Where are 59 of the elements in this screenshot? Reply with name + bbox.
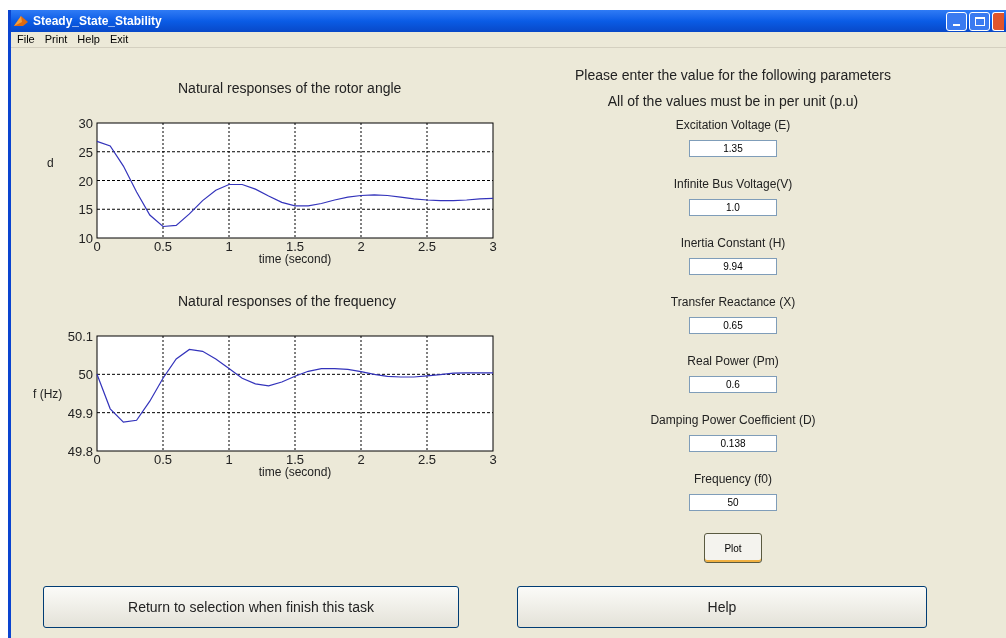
parameter-label: Frequency (f0) [694, 471, 772, 488]
close-button[interactable] [992, 11, 1004, 31]
maximize-icon [974, 16, 985, 26]
return-button[interactable]: Return to selection when finish this task [43, 586, 459, 628]
parameter-label: Infinite Bus Voltage(V) [673, 176, 793, 193]
parameter-label: Real Power (Pm) [687, 353, 779, 370]
tick-label: 2 [357, 452, 365, 467]
tick-label: 25 [78, 144, 93, 160]
axis-label: f (Hz) [33, 386, 63, 401]
axis-label: time (second) [258, 252, 332, 266]
parameter-label: Excitation Voltage (E) [675, 117, 791, 134]
tick-label: 49.9 [67, 405, 93, 421]
instruction-text: Please enter the value for the following parameters [575, 66, 891, 85]
tick-label: 49.8 [67, 444, 93, 459]
minimize-icon [953, 23, 960, 26]
tick-label: 1.5 [285, 452, 305, 467]
tick-label: 3 [489, 452, 497, 467]
tick-label: 10 [78, 231, 93, 246]
menu-item[interactable]: Help [77, 31, 100, 48]
tick-label: 0 [93, 452, 101, 467]
tick-label: 0.5 [153, 452, 173, 467]
parameter-label: Transfer Reactance (X) [670, 294, 796, 311]
plot-button[interactable]: Plot [704, 533, 762, 563]
minimize-button[interactable] [946, 11, 967, 31]
tick-label: 15 [78, 202, 93, 218]
tick-label: 30 [78, 116, 93, 131]
tick-label: 0 [93, 239, 101, 254]
menu-item[interactable]: Exit [110, 31, 129, 48]
parameter-field[interactable]: 0.6 [689, 376, 777, 393]
parameter-field[interactable]: 50 [689, 494, 777, 511]
help-button[interactable]: Help [517, 586, 927, 628]
menu-item[interactable]: Print [44, 31, 68, 48]
parameter-field[interactable]: 1.0 [689, 199, 777, 216]
parameter-field[interactable]: 0.138 [689, 435, 777, 452]
parameter-field[interactable]: 1.35 [689, 140, 777, 157]
tick-label: 50.1 [67, 329, 93, 344]
chart-title: Natural responses of the rotor angle [178, 79, 402, 98]
parameter-label: Inertia Constant (H) [680, 235, 786, 252]
window-title: Steady_State_Stability [33, 13, 162, 30]
parameter-field[interactable]: 0.65 [689, 317, 777, 334]
tick-label: 0.5 [153, 239, 173, 254]
chart-title: Natural responses of the frequency [178, 292, 396, 311]
tick-label: 3 [489, 239, 497, 254]
tick-label: 2 [357, 239, 365, 254]
tick-label: 20 [78, 173, 93, 189]
axis-label: time (second) [258, 465, 332, 479]
tick-label: 1 [225, 452, 233, 467]
parameter-field[interactable]: 9.94 [689, 258, 777, 275]
menu-item[interactable]: File [17, 31, 35, 48]
tick-label: 1 [225, 239, 233, 254]
tick-label: 2.5 [417, 452, 437, 467]
instruction-text: All of the values must be in per unit (p.u) [607, 92, 859, 111]
app-icon [13, 14, 29, 28]
maximize-button[interactable] [969, 11, 990, 31]
tick-label: 1.5 [285, 239, 305, 254]
parameter-label: Damping Power Coefficient (D) [650, 412, 816, 429]
tick-label: 2.5 [417, 239, 437, 254]
axis-label: d [47, 155, 54, 170]
tick-label: 50 [78, 367, 93, 383]
